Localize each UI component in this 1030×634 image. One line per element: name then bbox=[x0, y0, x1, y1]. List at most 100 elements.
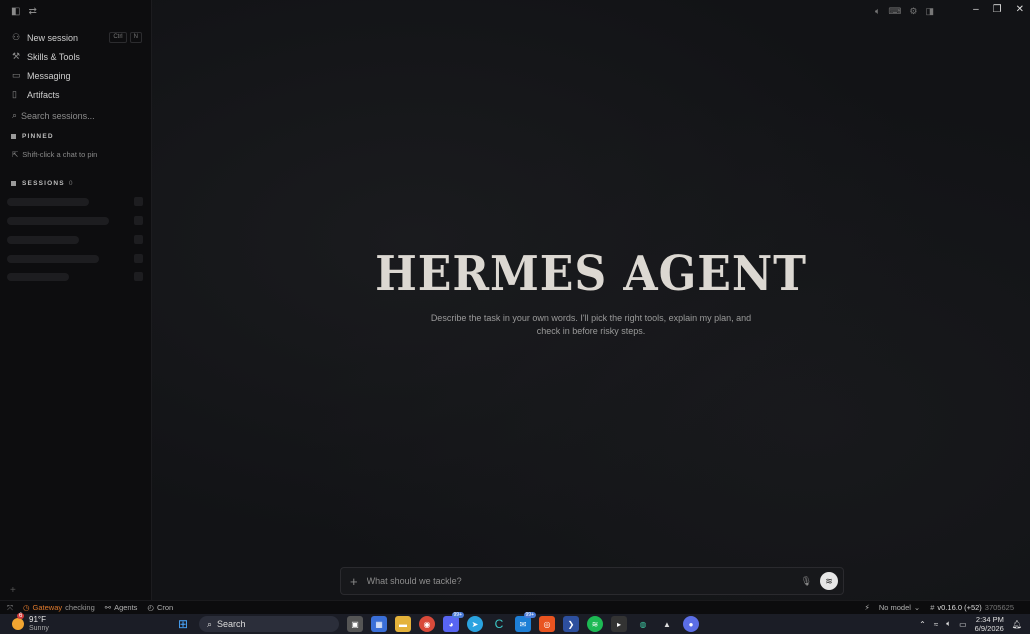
add-icon[interactable]: + bbox=[10, 585, 16, 596]
prompt-input[interactable] bbox=[364, 575, 801, 587]
session-skeleton-row bbox=[7, 235, 143, 245]
close-icon[interactable]: ✕ bbox=[1016, 4, 1024, 15]
skeleton-box bbox=[134, 197, 143, 206]
date: 6/9/2026 bbox=[974, 624, 1004, 633]
gateway-state: checking bbox=[65, 603, 95, 612]
pin-icon: ⇱ bbox=[12, 150, 19, 159]
weather-widget[interactable]: 6 91°F Sunny bbox=[0, 613, 49, 633]
version-label: v0.16.0 (+52) bbox=[937, 603, 982, 612]
tools-icon: ⚒ bbox=[12, 51, 21, 61]
speaker-icon[interactable]: 🔈︎ bbox=[946, 619, 951, 629]
nav-artifacts-label: Artifacts bbox=[27, 89, 60, 100]
app-spiral-icon[interactable]: ◍ bbox=[635, 616, 651, 632]
minimize-icon[interactable]: – bbox=[973, 4, 979, 15]
model-selector[interactable]: ⚡︎ No model ⌄ bbox=[865, 603, 921, 612]
windows-start-icon[interactable]: ⊞ bbox=[175, 616, 191, 632]
status-bar: ⤧ ◷ Gateway checking ⚯ Agents ◴ Cron ⚡︎ … bbox=[0, 600, 1030, 614]
file-explorer-icon[interactable]: ▬ bbox=[395, 616, 411, 632]
powershell-icon[interactable]: ❯ bbox=[563, 616, 579, 632]
status-bar-right: ⚡︎ No model ⌄ # v0.16.0 (+52) 3705625 bbox=[865, 603, 1030, 612]
session-search[interactable]: ⌕ Search sessions... bbox=[12, 110, 95, 121]
clock[interactable]: 2:34 PM 6/9/2026 bbox=[975, 615, 1004, 633]
mail-badge: 99+ bbox=[523, 612, 536, 618]
session-skeleton-row bbox=[7, 254, 143, 264]
search-icon: ⌕ bbox=[12, 110, 18, 120]
clock-icon: ◴ bbox=[147, 603, 154, 612]
skeleton-box bbox=[134, 272, 143, 281]
system-tray: ⌃ ≈ 🔈︎ ▭ 2:34 PM 6/9/2026 🔔︎ bbox=[919, 615, 1022, 633]
pin-hint: ⇱ Shift-click a chat to pin bbox=[12, 150, 97, 159]
window-controls: – ❐ ✕ bbox=[973, 4, 1024, 15]
sessions-square-icon bbox=[11, 181, 16, 186]
swap-icon[interactable]: ⇄ bbox=[28, 6, 36, 17]
skeleton-box bbox=[134, 254, 143, 263]
session-skeleton-row bbox=[7, 272, 143, 282]
app-c-icon[interactable]: C bbox=[491, 616, 507, 632]
telegram-icon[interactable]: ➤ bbox=[467, 616, 483, 632]
skeleton-box bbox=[134, 235, 143, 244]
taskbar-apps: ⊞ ⌕ Search ▣ ▦ ▬ ◉ ◕ 99+ ➤ C ✉ 99+ ◎ ❯ ≋ ▸… bbox=[175, 612, 699, 632]
shortcut-key-n: N bbox=[129, 32, 142, 43]
keyboard-icon[interactable]: ⌨︎ bbox=[888, 6, 901, 17]
notification-bell-icon[interactable]: 🔔︎ bbox=[1012, 620, 1022, 629]
hero-subtitle: Describe the task in your own words. I'l… bbox=[430, 313, 752, 336]
chevron-down-icon: ⌄ bbox=[913, 603, 921, 612]
ubuntu-icon[interactable]: ◎ bbox=[539, 616, 555, 632]
pinned-header-label: PINNED bbox=[22, 133, 54, 140]
session-search-placeholder: Search sessions... bbox=[21, 110, 95, 121]
gateway-status[interactable]: ◷ Gateway checking bbox=[23, 603, 95, 612]
settings-icon[interactable]: ⚙︎ bbox=[909, 6, 917, 17]
spotify-icon[interactable]: ≋ bbox=[587, 616, 603, 632]
volume-icon[interactable]: 🔈︎ bbox=[875, 6, 880, 17]
nav-skills-tools[interactable]: ⚒ Skills & Tools bbox=[12, 47, 142, 66]
hermes-logo-icon[interactable]: ⤧ bbox=[7, 603, 13, 613]
taskbar-search[interactable]: ⌕ Search bbox=[199, 616, 339, 632]
chrome-icon[interactable]: ◉ bbox=[419, 616, 435, 632]
wifi-icon[interactable]: ≈ bbox=[934, 620, 938, 629]
commit-label: 3705625 bbox=[984, 603, 1014, 612]
hash-icon: # bbox=[930, 603, 935, 612]
weather-badge: 6 bbox=[17, 613, 25, 619]
shortcut-hint: Ctrl N bbox=[109, 32, 142, 43]
chevron-up-icon[interactable]: ⌃ bbox=[919, 620, 926, 629]
skeleton-bar bbox=[7, 273, 69, 281]
panel-toggle-icon[interactable]: ◨ bbox=[925, 6, 934, 17]
skeleton-bar bbox=[7, 236, 79, 244]
windows-taskbar: 6 91°F Sunny ⊞ ⌕ Search ▣ ▦ ▬ ◉ ◕ 99+ ➤ C… bbox=[0, 612, 1030, 634]
skeleton-box bbox=[134, 216, 143, 225]
discord-icon[interactable]: ◕ 99+ bbox=[443, 612, 464, 632]
app-chat-icon[interactable]: ● bbox=[683, 616, 699, 632]
nav-skills-tools-label: Skills & Tools bbox=[27, 51, 80, 62]
mic-icon[interactable]: 🎙︎ bbox=[801, 576, 812, 587]
cron-status[interactable]: ◴ Cron bbox=[147, 603, 173, 612]
restore-icon[interactable]: ❐ bbox=[993, 4, 1002, 15]
pinned-square-icon bbox=[11, 134, 16, 139]
search-icon: ⌕ bbox=[207, 618, 213, 629]
shortcut-key-ctrl: Ctrl bbox=[109, 32, 127, 43]
pin-hint-text: Shift-click a chat to pin bbox=[22, 150, 98, 159]
terminal-icon[interactable]: ▸ bbox=[611, 616, 627, 632]
nav-artifacts[interactable]: ▯ Artifacts bbox=[12, 85, 142, 104]
pinned-header: PINNED bbox=[11, 133, 54, 140]
chat-icon: ▭ bbox=[12, 70, 21, 80]
status-bar-left: ⤧ ◷ Gateway checking ⚯ Agents ◴ Cron bbox=[0, 603, 183, 613]
task-view-icon[interactable]: ▣ bbox=[347, 616, 363, 632]
mail-icon[interactable]: ✉ 99+ bbox=[515, 612, 536, 632]
agents-icon: ⚯ bbox=[104, 603, 112, 612]
attach-plus-icon[interactable]: + bbox=[350, 574, 358, 589]
voice-wave-button[interactable]: ≋ bbox=[820, 572, 838, 590]
discord-badge: 99+ bbox=[451, 612, 464, 618]
agents-status[interactable]: ⚯ Agents bbox=[105, 603, 138, 612]
battery-icon[interactable]: ▭ bbox=[959, 620, 967, 629]
agents-label: Agents bbox=[114, 603, 138, 612]
nav-messaging[interactable]: ▭ Messaging bbox=[12, 66, 142, 85]
nav-new-session-label: New session bbox=[27, 32, 79, 43]
sidebar-top-controls: ◧ ⇄ bbox=[11, 6, 37, 17]
nav-new-session[interactable]: ⚇ New session Ctrl N bbox=[12, 28, 142, 47]
sidebar-toggle-icon[interactable]: ◧ bbox=[11, 6, 20, 17]
store-icon[interactable]: ▦ bbox=[371, 616, 387, 632]
hero-title: HERMES AGENT bbox=[375, 246, 807, 302]
sidebar: ◧ ⇄ ⚇ New session Ctrl N ⚒ Skills & Tool… bbox=[0, 0, 152, 600]
sun-icon: 6 bbox=[12, 613, 25, 630]
app-a-icon[interactable]: ▲ bbox=[659, 616, 675, 632]
